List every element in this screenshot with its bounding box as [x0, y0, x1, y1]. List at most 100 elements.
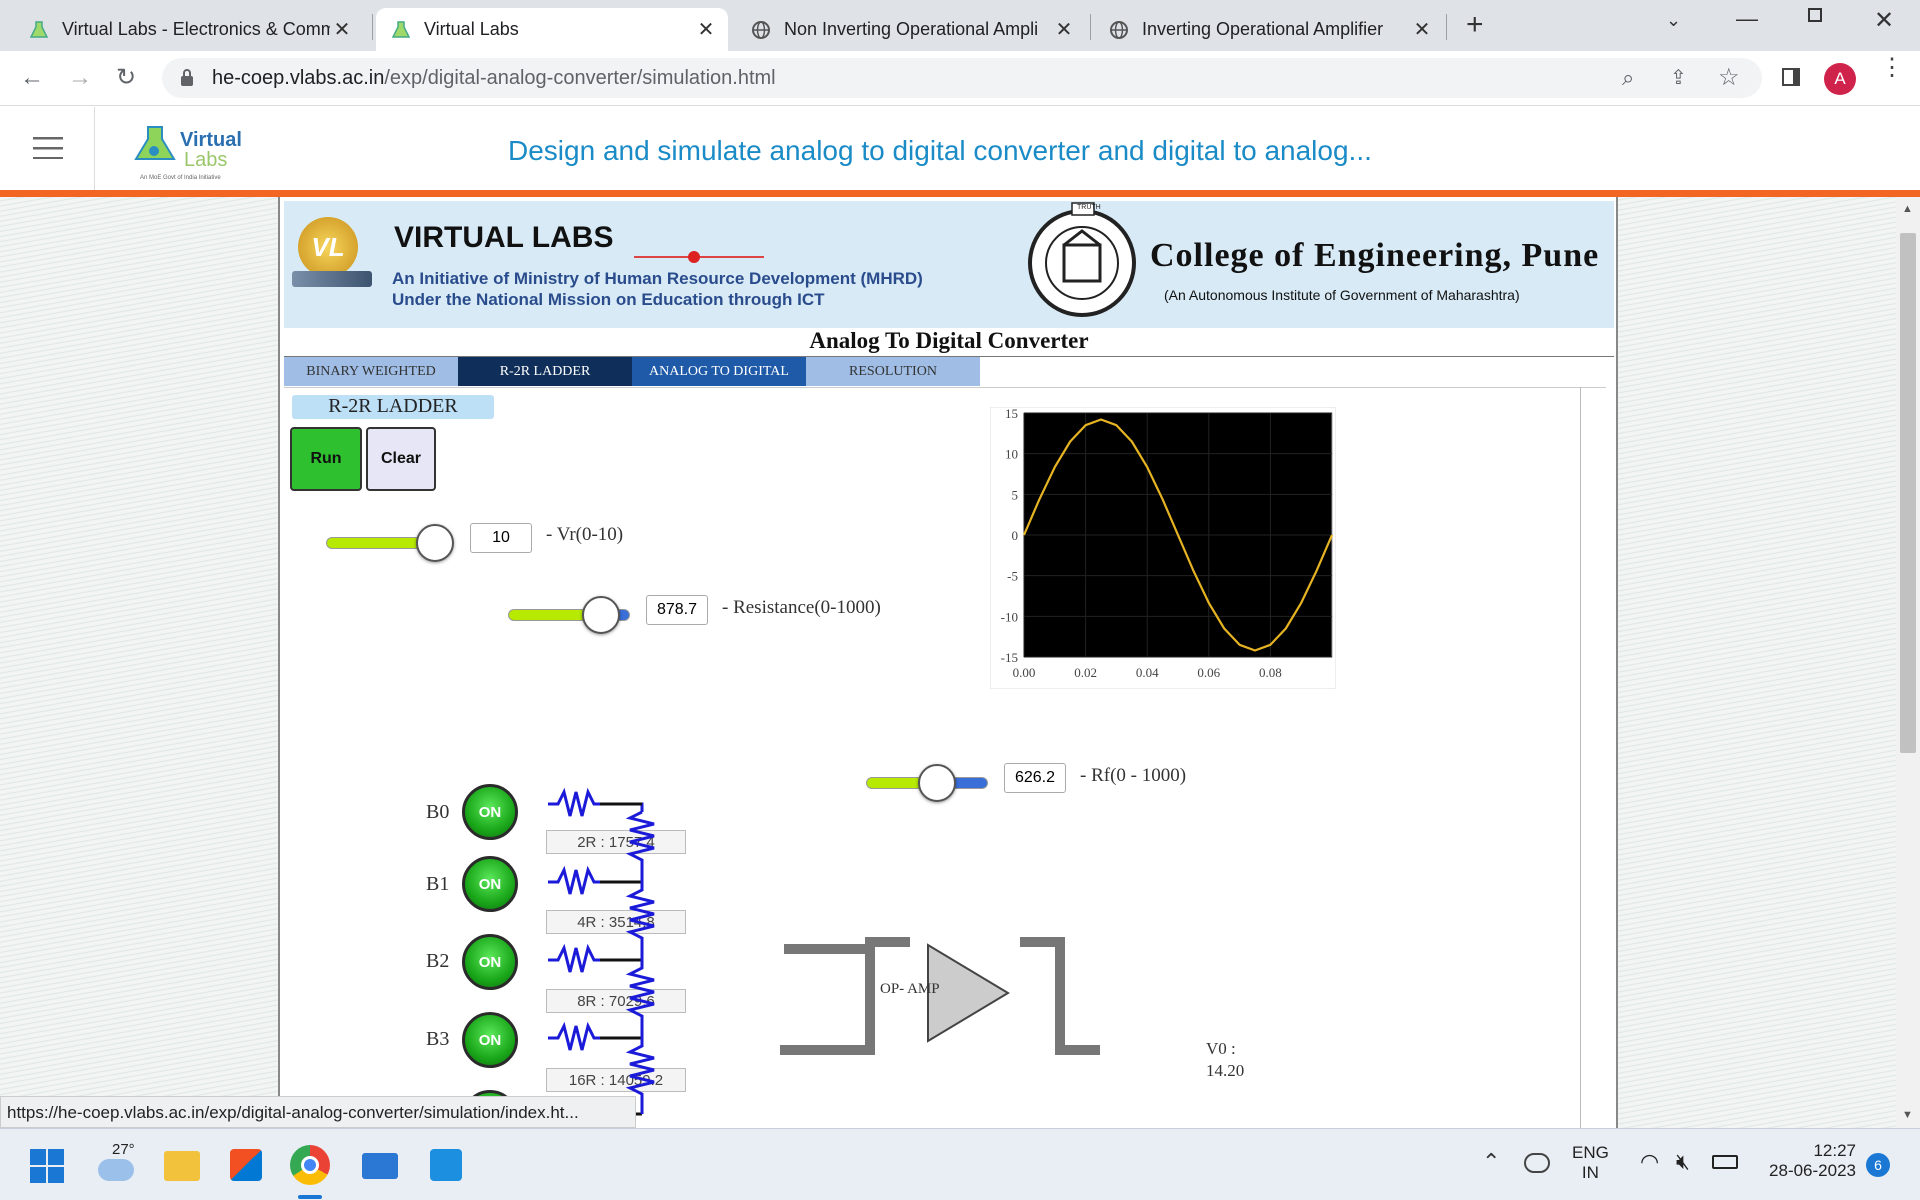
browser-tab-strip: Virtual Labs - Electronics & Comm ✕ Virt…: [0, 0, 1920, 51]
flask-logo-icon: [134, 126, 176, 160]
vr-label: - Vr(0-10): [546, 524, 624, 545]
file-explorer-icon[interactable]: [164, 1151, 200, 1181]
y-tick-label: -5: [1007, 569, 1018, 584]
profile-avatar[interactable]: A: [1824, 63, 1856, 95]
share-icon[interactable]: ⇪: [1670, 65, 1687, 90]
battery-icon[interactable]: [1712, 1155, 1738, 1169]
page-heading: Design and simulate analog to digital co…: [508, 135, 1372, 166]
tab-title: Non Inverting Operational Ampli: [784, 19, 1039, 39]
forward-icon[interactable]: →: [68, 65, 92, 91]
vr-slider-handle[interactable]: [416, 524, 454, 562]
vr-value-box[interactable]: 10: [470, 523, 532, 553]
weather-cloud-icon[interactable]: [98, 1159, 134, 1181]
virtual-labs-logo[interactable]: Virtual Labs An MoE Govt of India Initia…: [132, 117, 242, 185]
tab-title: Virtual Labs: [424, 19, 519, 39]
vl-logo-icon: VL: [298, 217, 358, 277]
photos-icon[interactable]: [430, 1149, 462, 1181]
bit-toggle-b2[interactable]: ON: [462, 934, 518, 990]
globe-icon: [1108, 19, 1130, 41]
header-accent-bar: [0, 190, 1920, 197]
minimize-icon[interactable]: —: [1736, 6, 1758, 32]
store-icon[interactable]: [230, 1149, 262, 1181]
url-path: /exp/digital-analog-converter/simulation…: [384, 67, 776, 89]
network-computers-icon: [292, 271, 372, 287]
hamburger-icon: [33, 137, 63, 159]
output-waveform-chart: 15 10 5 0 -5 -10 -150.00 0.02 0.04 0.06 0.08: [990, 407, 1336, 689]
tab-title: Virtual Labs - Electronics & Comm: [62, 19, 330, 39]
tab-analog-to-digital[interactable]: ANALOG TO DIGITAL: [632, 357, 806, 386]
rf-value-box[interactable]: 626.2: [1004, 763, 1066, 793]
clock[interactable]: 12:27 28-06-2023: [1756, 1141, 1856, 1181]
bit-toggle-b3[interactable]: ON: [462, 1012, 518, 1068]
window-close-icon[interactable]: ✕: [1874, 6, 1894, 35]
resistance-value-box[interactable]: 878.7: [646, 595, 708, 625]
college-name: College of Engineering, Pune: [1150, 237, 1600, 274]
browser-tab-4[interactable]: Inverting Operational Amplifier ✕: [1094, 8, 1444, 51]
clock-time: 12:27: [1813, 1141, 1856, 1160]
chrome-icon[interactable]: [290, 1145, 330, 1185]
college-subtitle: (An Autonomous Institute of Government o…: [1164, 287, 1520, 303]
tab-title: Inverting Operational Amplifier: [1142, 19, 1384, 39]
bit-label-b0: B0: [426, 801, 450, 823]
logo-tagline: An MoE Govt of India Initiative: [140, 175, 221, 181]
mail-icon[interactable]: [362, 1153, 398, 1179]
scrollbar-thumb[interactable]: [1900, 233, 1916, 753]
flask-icon: [390, 19, 412, 41]
back-icon[interactable]: ←: [20, 65, 44, 91]
zoom-icon[interactable]: ⌕: [1622, 65, 1634, 91]
windows-taskbar: 27° ⌃ ENG IN ◠ 🔇︎ 12:27 28-06-2023 6: [0, 1128, 1920, 1200]
windows-start-icon[interactable]: [30, 1149, 64, 1183]
close-icon[interactable]: ✕: [1052, 17, 1076, 42]
browser-tab-1[interactable]: Virtual Labs - Electronics & Comm ✕: [14, 8, 364, 51]
resistance-slider-handle[interactable]: [582, 596, 620, 634]
banner-line-1: An Initiative of Ministry of Human Resou…: [392, 269, 923, 288]
hamburger-menu-button[interactable]: [0, 107, 95, 190]
tab-resolution[interactable]: RESOLUTION: [806, 357, 980, 386]
reload-icon[interactable]: ↻: [116, 65, 136, 91]
close-icon[interactable]: ✕: [694, 17, 718, 42]
opamp-symbol: [780, 937, 1100, 1055]
restore-icon[interactable]: [1808, 8, 1822, 22]
banner-line-2: Under the National Mission on Education …: [392, 290, 825, 309]
status-url-bubble: https://he-coep.vlabs.ac.in/exp/digital-…: [0, 1096, 636, 1128]
address-bar[interactable]: he-coep.vlabs.ac.in/exp/digital-analog-c…: [162, 58, 1762, 98]
tab-r2r-ladder[interactable]: R-2R LADDER: [458, 357, 632, 386]
scroll-down-icon[interactable]: ▼: [1902, 1109, 1913, 1121]
lang-code: ENG: [1572, 1143, 1609, 1162]
browser-tab-2[interactable]: Virtual Labs ✕: [376, 8, 728, 51]
bit-label-b3: B3: [426, 1028, 450, 1050]
y-tick-label: 15: [1005, 407, 1018, 421]
wifi-icon[interactable]: ◠: [1640, 1149, 1659, 1175]
notification-badge[interactable]: 6: [1866, 1153, 1890, 1177]
scroll-up-icon[interactable]: ▲: [1902, 203, 1913, 215]
onedrive-icon[interactable]: [1524, 1153, 1550, 1173]
bookmark-star-icon[interactable]: ☆: [1718, 63, 1740, 92]
tray-chevron-icon[interactable]: ⌃: [1482, 1149, 1500, 1175]
seal-text: TRUTH: [1077, 204, 1101, 211]
close-icon[interactable]: ✕: [1410, 17, 1434, 42]
rf-slider-handle[interactable]: [918, 764, 956, 802]
page-scrollbar[interactable]: ▲ ▼: [1896, 197, 1920, 1129]
coep-seal-icon: [1028, 202, 1136, 317]
clear-button[interactable]: Clear: [366, 427, 436, 491]
banner-title: VIRTUAL LABS: [394, 221, 614, 254]
bit-toggle-b1[interactable]: ON: [462, 856, 518, 912]
x-tick-label: 0.02: [1074, 665, 1097, 680]
x-tick-label: 0.06: [1197, 665, 1220, 680]
tab-binary-weighted[interactable]: BINARY WEIGHTED: [284, 357, 458, 386]
tab-divider: [1090, 14, 1091, 40]
browser-toolbar: ← → ↻ he-coep.vlabs.ac.in/exp/digital-an…: [0, 51, 1920, 106]
browser-tab-3[interactable]: Non Inverting Operational Ampli ✕: [736, 8, 1086, 51]
site-header: Virtual Labs An MoE Govt of India Initia…: [0, 107, 1920, 190]
new-tab-button[interactable]: +: [1466, 8, 1484, 42]
speaker-muted-icon[interactable]: 🔇︎: [1676, 1149, 1690, 1175]
side-panel-icon[interactable]: [1782, 68, 1800, 86]
tab-search-chevron-icon[interactable]: ⌄: [1666, 10, 1681, 31]
simulation-frame: VL VIRTUAL LABS An Initiative of Ministr…: [278, 197, 1618, 1146]
language-indicator[interactable]: ENG IN: [1572, 1143, 1609, 1183]
run-button[interactable]: Run: [290, 427, 362, 491]
menu-dots-icon[interactable]: ⋮: [1880, 56, 1904, 80]
simulation-title: Analog To Digital Converter: [284, 328, 1614, 356]
bit-toggle-b0[interactable]: ON: [462, 784, 518, 840]
close-icon[interactable]: ✕: [330, 17, 354, 42]
